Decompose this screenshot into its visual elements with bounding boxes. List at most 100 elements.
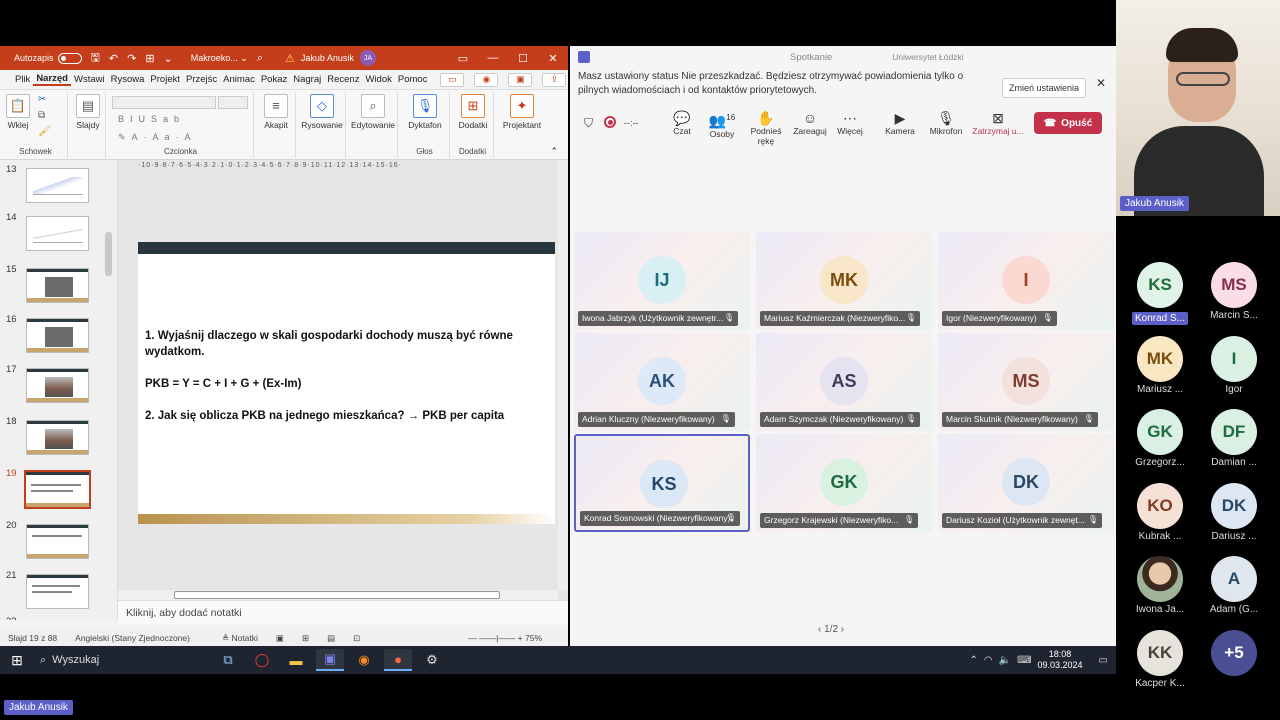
save-icon[interactable]: 🖫 — [91, 49, 100, 68]
participant-tile[interactable]: I Igor (Niezweryfikowany) 🎙 — [938, 232, 1114, 330]
participant-tile[interactable]: MK Mariusz Kaźmierczak (Niezweryfiko... 🎙 — [756, 232, 932, 330]
font-size-box[interactable] — [218, 96, 248, 109]
paragraph-button[interactable]: ≡ Akapit — [258, 94, 294, 130]
designer-button[interactable]: ✦ Projektant — [498, 94, 546, 130]
thumbnail-row[interactable]: 13 — [0, 164, 100, 204]
taskbar-search[interactable]: ⌕ Wyszukaj — [34, 649, 184, 671]
thumbnail-row-selected[interactable]: 19 — [0, 468, 100, 509]
participant-tile[interactable]: DK Dariusz Kozioł (Użytkownik zewnęt... 🎙 — [938, 434, 1114, 532]
language-icon[interactable]: ⌨ — [1017, 655, 1031, 666]
maximize-button[interactable]: ☐ — [508, 52, 538, 65]
react-button[interactable]: ☺ Zareaguj — [790, 110, 830, 136]
present-teams-icon[interactable]: ▣ — [508, 72, 533, 87]
format-buttons[interactable]: BIUSab — [118, 114, 185, 124]
user-name[interactable]: Jakub Anusik — [301, 53, 354, 63]
participant-tile[interactable]: AS Adam Szymczak (Niezweryfikowany) 🎙 — [756, 333, 932, 431]
dictate-button[interactable]: 🎙 Dyktafon — [403, 94, 447, 130]
tab-view[interactable]: Widok — [362, 74, 394, 85]
tab-home[interactable]: Narzęd — [33, 73, 71, 86]
format-painter-icon[interactable]: 🖌 — [38, 126, 51, 137]
autosave-toggle[interactable] — [57, 52, 82, 64]
gallery-participant[interactable]: KK Kacper K... — [1124, 629, 1196, 689]
participant-tile[interactable]: IJ Iwona Jabrzyk (Użytkownik zewnętr... 🎙 — [574, 232, 750, 330]
font-name-box[interactable] — [112, 96, 216, 109]
notes-pane[interactable]: Kliknij, aby dodać notatki — [118, 600, 568, 624]
slide-thumbnail[interactable] — [26, 420, 89, 455]
mic-button[interactable]: 🎙 Mikrofon — [926, 110, 966, 136]
people-button[interactable]: 👥16 Osoby — [702, 110, 742, 139]
tab-transitions[interactable]: Przejśc — [183, 74, 220, 85]
font-color-buttons[interactable]: ✎A·Aa·A — [118, 132, 197, 143]
gallery-participant[interactable]: Iwona Ja... — [1124, 556, 1196, 615]
editor-horizontal-scrollbar[interactable] — [118, 590, 558, 600]
tab-review[interactable]: Recenz — [324, 74, 362, 85]
slides-button[interactable]: ▤ Slajdy — [74, 94, 102, 130]
shield-icon[interactable]: ⛉ — [584, 116, 593, 131]
search-icon[interactable]: ⌕ — [257, 52, 263, 65]
slide-thumbnail[interactable] — [26, 524, 89, 559]
more-icon[interactable]: ⌄ — [164, 52, 173, 65]
raise-hand-button[interactable]: ✋ Podnieś rękę — [742, 110, 790, 146]
thumbnail-row[interactable]: 21 — [0, 570, 100, 610]
grid-pager[interactable]: ‹ 1/2 › — [818, 624, 844, 635]
tab-draw[interactable]: Rysowa — [108, 74, 148, 85]
collapse-ribbon-icon[interactable]: ⌃ — [550, 146, 558, 157]
language-indicator[interactable]: Angielski (Stany Zjednoczone) — [75, 633, 190, 643]
slide-thumbnail[interactable] — [26, 574, 89, 609]
slide-thumbnail[interactable] — [26, 318, 89, 353]
close-button[interactable]: ✕ — [538, 52, 568, 65]
volume-icon[interactable]: 🔈 — [999, 655, 1011, 666]
gallery-participant[interactable]: GK Grzegorz... — [1124, 409, 1196, 468]
gallery-participant[interactable]: MK Mariusz ... — [1124, 335, 1196, 395]
stop-sharing-button[interactable]: ⊠ Zatrzymaj u... — [972, 110, 1024, 136]
slide-thumbnail[interactable] — [26, 216, 89, 251]
thumbnail-row[interactable]: 17 — [0, 364, 100, 404]
thumbnail-row[interactable]: 16 — [0, 314, 100, 354]
drawing-button[interactable]: ◇ Rysowanie — [300, 94, 344, 130]
notes-button[interactable]: ≜ Notatki — [222, 633, 258, 644]
clock[interactable]: 18:08 09.03.2024 — [1038, 649, 1083, 671]
tab-design[interactable]: Projekt — [147, 74, 183, 85]
tab-file[interactable]: Plik — [12, 74, 33, 85]
thumbnail-row[interactable]: 15 — [0, 264, 100, 304]
current-slide[interactable]: 1. Wyjaśnij dlaczego w skali gospodarki … — [138, 242, 555, 524]
slide-thumbnail[interactable] — [26, 368, 89, 403]
change-settings-button[interactable]: Zmień ustawienia — [1001, 78, 1086, 98]
tray-apps-icon[interactable]: ⌃ — [969, 655, 977, 666]
slideshow-view-icon[interactable]: ⊡ — [353, 633, 360, 644]
thumbnail-row[interactable]: 14 — [0, 212, 100, 252]
comments-icon[interactable]: ▭ — [440, 72, 465, 87]
user-avatar[interactable]: JA — [359, 50, 376, 66]
slide-formula[interactable]: PKB = Y = C + I + G + (Ex-Im) — [145, 376, 302, 392]
redo-icon[interactable]: ↷ — [127, 52, 136, 65]
file-explorer-icon[interactable]: ▬ — [282, 649, 310, 671]
normal-view-icon[interactable]: ▣ — [276, 633, 284, 644]
slide-question-1[interactable]: 1. Wyjaśnij dlaczego w skali gospodarki … — [145, 328, 513, 344]
addins-button[interactable]: ⊞ Dodatki — [454, 94, 492, 130]
gallery-participant[interactable]: KO Kubrak ... — [1124, 482, 1196, 542]
notification-icon[interactable]: ▭ — [1099, 655, 1108, 666]
paste-button[interactable]: 📋 Wklej — [6, 94, 30, 130]
speaker-video[interactable]: Jakub Anusik — [1116, 0, 1280, 216]
ribbon-display-icon[interactable]: ▭ — [448, 52, 478, 65]
gallery-participant[interactable]: A Adam (G... — [1198, 556, 1270, 615]
participant-tile[interactable]: MS Marcin Skutnik (Niezweryfikowany) 🎙 — [938, 333, 1114, 431]
chat-button[interactable]: 💬 Czat — [662, 110, 702, 136]
warning-icon[interactable]: ⚠ — [285, 52, 295, 65]
cut-icon[interactable]: ✂ — [38, 94, 46, 105]
windows-start-icon[interactable]: ⊞ — [0, 652, 34, 669]
record-icon[interactable]: ◉ — [474, 72, 499, 87]
slide-thumbnail[interactable] — [26, 268, 89, 303]
zoom-level[interactable]: — ——|—— + 75% — [468, 633, 542, 643]
participant-tile[interactable]: KS Konrad Sosnowski (Niezweryfikowany) 🎙 — [574, 434, 750, 532]
close-icon[interactable]: ✕ — [1096, 76, 1106, 90]
leave-button[interactable]: ☎ Opuść — [1034, 112, 1102, 134]
participant-tile[interactable]: GK Grzegorz Krajewski (Niezweryfiko... 🎙 — [756, 434, 932, 532]
thumbnails-scrollbar[interactable] — [104, 160, 114, 620]
document-title[interactable]: Makroeko... ⌄ — [191, 53, 248, 64]
editor-vertical-scrollbar[interactable] — [558, 160, 568, 590]
gallery-participant[interactable]: KS Konrad S... — [1124, 262, 1196, 328]
tab-help[interactable]: Pomoc — [395, 74, 431, 85]
thumbnail-row[interactable]: 20 — [0, 520, 100, 560]
opera-icon[interactable]: ◯ — [248, 649, 276, 671]
